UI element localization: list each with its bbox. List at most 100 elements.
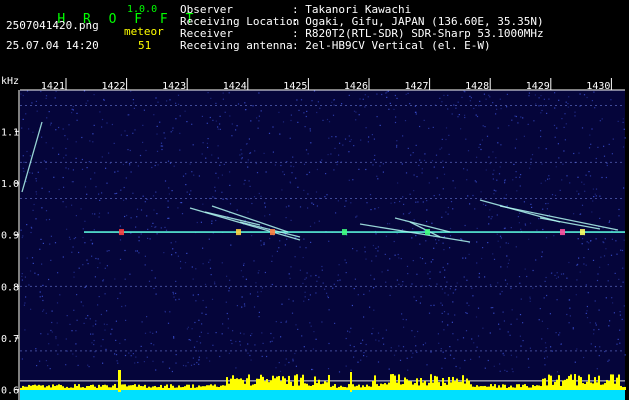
noise-dot <box>608 143 610 145</box>
noise-dot <box>284 244 286 246</box>
noise-dot <box>185 184 187 186</box>
noise-dot <box>532 269 534 272</box>
noise-dot <box>119 239 122 241</box>
noise-dot <box>622 146 625 148</box>
meteor-count: 51 <box>138 39 152 52</box>
noise-dot <box>328 342 330 345</box>
noise-dot <box>493 189 495 191</box>
noise-dot <box>43 309 45 311</box>
noise-dot <box>382 337 384 339</box>
noise-dot <box>130 217 132 219</box>
noise-dot <box>363 316 365 318</box>
intensity-bar <box>522 384 524 390</box>
noise-dot <box>125 319 127 321</box>
echo-spot <box>342 229 347 236</box>
noise-dot <box>215 332 217 334</box>
noise-dot <box>196 340 198 343</box>
noise-dot <box>464 224 466 227</box>
noise-dot <box>544 180 547 182</box>
noise-dot <box>515 115 517 118</box>
intensity-bar <box>72 387 74 390</box>
intensity-bar <box>456 378 458 390</box>
noise-dot <box>433 247 435 249</box>
noise-dot <box>362 98 364 100</box>
noise-dot <box>258 120 260 122</box>
intensity-bar <box>384 383 386 390</box>
noise-dot <box>41 187 43 189</box>
noise-dot <box>102 362 104 364</box>
noise-dot <box>461 96 463 98</box>
noise-dot <box>519 185 521 187</box>
noise-dot <box>540 95 542 97</box>
intensity-bar <box>484 385 486 390</box>
intensity-bar <box>582 383 584 390</box>
noise-dot <box>87 315 89 317</box>
noise-dot <box>58 188 60 191</box>
noise-dot <box>459 367 461 369</box>
noise-dot <box>556 371 559 373</box>
noise-dot <box>593 329 595 331</box>
noise-dot <box>556 127 558 129</box>
noise-dot <box>100 313 102 316</box>
intensity-bar <box>598 375 600 390</box>
intensity-bar <box>422 382 424 390</box>
noise-dot <box>401 229 404 231</box>
noise-dot <box>435 154 438 156</box>
noise-dot <box>156 233 158 235</box>
noise-dot <box>66 228 68 230</box>
noise-dot <box>245 278 247 280</box>
noise-dot <box>612 138 614 140</box>
noise-dot <box>65 147 67 150</box>
noise-dot <box>228 92 230 94</box>
noise-dot <box>316 111 318 114</box>
noise-dot <box>200 331 202 333</box>
noise-dot <box>560 273 563 275</box>
noise-dot <box>51 321 53 324</box>
noise-dot <box>130 90 132 92</box>
intensity-bar <box>372 380 374 390</box>
noise-dot <box>279 370 282 372</box>
noise-dot <box>542 208 544 210</box>
noise-dot <box>615 240 617 242</box>
noise-dot <box>132 99 134 101</box>
intensity-bar <box>54 386 56 390</box>
intensity-bar <box>474 386 476 390</box>
spectrogram-area <box>20 90 625 400</box>
intensity-bar <box>348 384 350 390</box>
noise-dot <box>99 199 101 201</box>
noise-dot <box>326 292 328 294</box>
noise-dot <box>412 228 414 230</box>
intensity-bar <box>132 385 134 390</box>
noise-dot <box>447 324 449 326</box>
noise-dot <box>184 110 186 112</box>
noise-dot <box>195 300 197 302</box>
noise-dot <box>608 359 610 361</box>
noise-dot <box>581 181 583 183</box>
noise-dot <box>181 213 184 215</box>
noise-dot <box>289 137 291 139</box>
noise-dot <box>502 311 504 313</box>
noise-dot <box>492 178 494 180</box>
noise-dot <box>217 126 219 128</box>
noise-dot <box>248 138 250 140</box>
noise-dot <box>464 116 466 119</box>
noise-dot <box>559 189 561 191</box>
noise-dot <box>538 147 540 149</box>
noise-dot <box>466 302 468 304</box>
noise-dot <box>517 122 519 124</box>
noise-dot <box>578 152 580 154</box>
noise-dot <box>219 355 221 358</box>
intensity-bar <box>102 385 104 390</box>
noise-dot <box>48 111 50 113</box>
noise-dot <box>398 345 400 347</box>
noise-dot <box>186 191 188 193</box>
noise-dot <box>205 313 207 315</box>
noise-dot <box>595 157 597 160</box>
noise-dot <box>451 321 453 323</box>
intensity-bar <box>226 377 228 390</box>
noise-dot <box>214 283 216 285</box>
echo-spot <box>270 229 275 236</box>
intensity-bar <box>446 384 448 390</box>
noise-dot <box>285 321 287 323</box>
noise-dot <box>541 338 543 340</box>
